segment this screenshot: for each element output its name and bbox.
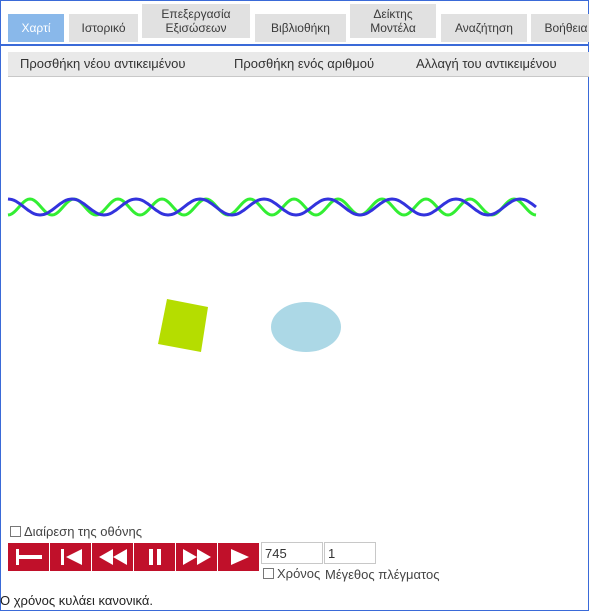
playback-controls [8,543,260,571]
tab-search[interactable]: Αναζήτηση [441,14,527,42]
time-checkbox-label: Χρόνος [277,566,321,581]
tab-history[interactable]: Ιστορικό [69,14,138,42]
add-number-button[interactable]: Προσθήκη ενός αριθμού [234,52,374,76]
drawing-canvas[interactable] [0,80,589,520]
grid-size-label: Μέγεθος πλέγματος [325,567,440,582]
tab-help[interactable]: Βοήθεια [531,14,589,42]
add-object-button[interactable]: Προσθήκη νέου αντικειμένου [20,52,185,76]
rewind-icon [98,549,127,565]
rewind-button[interactable] [92,543,133,571]
step-back-button[interactable] [50,543,91,571]
pause-icon [148,549,161,565]
toolbar: Προσθήκη νέου αντικειμένου Προσθήκη ενός… [8,52,589,77]
blue-wave[interactable] [7,197,537,217]
time-option[interactable]: Χρόνος [263,566,320,581]
play-button[interactable] [218,543,259,571]
pause-button[interactable] [134,543,175,571]
tab-underline [0,44,589,46]
change-object-button[interactable]: Αλλαγή του αντικειμένου [416,52,557,76]
go-to-start-icon [15,549,42,565]
go-to-start-button[interactable] [8,543,49,571]
step-back-icon [60,549,82,565]
tab-library[interactable]: Βιβλιοθήκη [255,14,346,42]
tab-equation-editor[interactable]: Επεξεργασία Εξισώσεων [142,4,250,38]
tab-pointer-models[interactable]: Δείκτης Μοντέλα [350,4,436,38]
split-screen-label: Διαίρεση της οθόνης [24,524,142,539]
status-message: Ο χρόνος κυλάει κανονικά. [0,593,153,608]
split-screen-option[interactable]: Διαίρεση της οθόνης [10,524,142,539]
time-checkbox[interactable] [263,568,274,579]
grid-size-input[interactable] [324,542,376,564]
tab-paper[interactable]: Χαρτί [8,14,64,42]
green-square[interactable] [158,299,208,352]
tab-bar: Χαρτί Ιστορικό Επεξεργασία Εξισώσεων Βιβ… [8,4,589,42]
time-input[interactable] [261,542,323,564]
fast-forward-button[interactable] [176,543,217,571]
play-icon [230,549,249,565]
split-screen-checkbox[interactable] [10,526,21,537]
fast-forward-icon [182,549,211,565]
blue-ellipse[interactable] [271,302,341,352]
